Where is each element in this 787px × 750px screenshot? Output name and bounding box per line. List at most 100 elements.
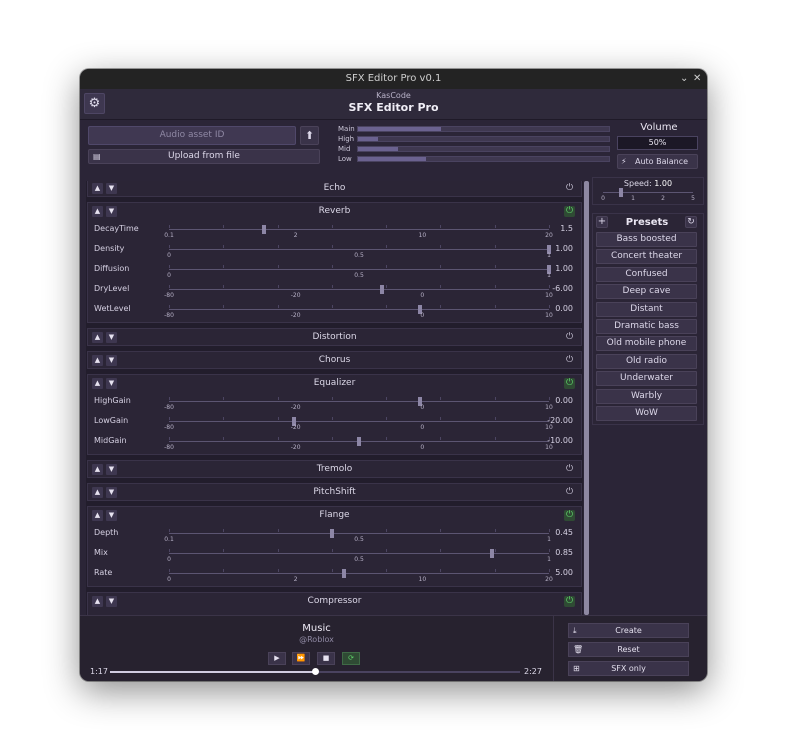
param-slider[interactable] — [169, 549, 550, 558]
param-slider[interactable] — [169, 225, 550, 234]
fast-forward-icon[interactable]: ⏩ — [292, 652, 310, 665]
tick-label: 0 — [420, 404, 425, 411]
slider-tick-mark — [386, 417, 388, 420]
preset-button[interactable]: Dramatic bass — [596, 319, 697, 334]
refresh-presets-icon[interactable]: ↻ — [685, 216, 697, 228]
slider-tick-mark — [440, 265, 442, 268]
upload-arrow-icon[interactable]: ⬆ — [300, 126, 319, 145]
preset-button[interactable]: Warbly — [596, 388, 697, 404]
power-toggle-icon[interactable]: ⏻ — [564, 487, 575, 498]
track-title: Music — [302, 623, 331, 634]
stop-icon[interactable]: ■ — [317, 652, 335, 665]
download-icon: ⤓ — [573, 626, 577, 635]
preset-button[interactable]: Distant — [596, 301, 697, 317]
slider-tick-mark — [440, 305, 442, 308]
window-title: SFX Editor Pro v0.1 — [345, 73, 442, 84]
effect-header: ▲ ▼ Flange ⏻ — [88, 507, 581, 525]
meter-track — [357, 136, 610, 142]
param-row: Rate 0 2 10 20 5.00 — [88, 566, 581, 586]
reset-button[interactable]: 🗑 Reset — [568, 642, 689, 657]
slider-ticks: 0.1 2 10 20 — [164, 232, 553, 241]
tick-label: 10 — [545, 424, 553, 431]
tick-label: 0 — [420, 424, 425, 431]
meter-fill — [358, 127, 441, 131]
preset-button[interactable]: Concert theater — [596, 249, 697, 265]
speed-slider[interactable] — [603, 188, 693, 197]
param-row: WetLevel -80 -20 0 10 0.00 — [88, 302, 581, 322]
param-value: -20.00 — [547, 416, 573, 425]
power-toggle-icon[interactable]: ⏻ — [564, 596, 575, 607]
tick-label: 1 — [631, 195, 635, 202]
power-toggle-icon[interactable]: ⏻ — [564, 183, 575, 194]
param-name: Depth — [94, 528, 119, 537]
slider-tick-mark — [277, 549, 279, 552]
volume-label: Volume — [640, 122, 678, 133]
tick-label: 1 — [547, 556, 551, 563]
tick-label: 20 — [545, 232, 553, 239]
add-preset-icon[interactable]: + — [596, 216, 608, 228]
minimize-icon[interactable]: ⌄ — [680, 69, 688, 89]
preset-button[interactable]: Deep cave — [596, 284, 697, 300]
progress-knob[interactable] — [312, 668, 319, 675]
power-toggle-icon[interactable]: ⏻ — [564, 464, 575, 475]
sfx-only-button[interactable]: ⊞ SFX only — [568, 661, 689, 676]
preset-button[interactable]: Confused — [596, 266, 697, 282]
loop-icon[interactable]: ⟳ — [342, 652, 360, 665]
speed-control: Speed: 1.00 0 1 2 5 — [592, 177, 704, 205]
param-slider[interactable] — [169, 569, 550, 578]
speed-label: Speed: — [623, 179, 652, 188]
param-row: LowGain -80 -20 0 10 -20.00 — [88, 414, 581, 434]
auto-balance-button[interactable]: ⚡ Auto Balance — [617, 154, 698, 169]
param-slider[interactable] — [169, 437, 550, 446]
param-name: HighGain — [94, 396, 131, 405]
play-icon[interactable]: ▶ — [268, 652, 286, 665]
slider-tick-mark — [494, 549, 496, 552]
create-button[interactable]: ⤓ Create — [568, 623, 689, 638]
scrollbar-thumb[interactable] — [584, 181, 589, 615]
audio-asset-id-input[interactable]: Audio asset ID — [88, 126, 296, 145]
effects-scrollbar[interactable] — [584, 181, 589, 615]
param-slider[interactable] — [169, 245, 551, 254]
slider-tick-mark — [386, 549, 388, 552]
param-slider[interactable] — [169, 529, 550, 538]
effects-panel[interactable]: ▲ ▼ Echo ⏻ ▲ ▼ Reverb ⏻ DecayTime 0.1 2 10 20 1.5 Dens… — [86, 181, 583, 615]
tick-label: -80 — [164, 312, 174, 319]
progress-bar[interactable] — [110, 668, 520, 675]
tick-label: -20 — [290, 292, 301, 299]
param-row: DecayTime 0.1 2 10 20 1.5 — [88, 222, 581, 242]
preset-button[interactable]: WoW — [596, 406, 697, 421]
param-slider[interactable] — [169, 285, 550, 294]
effect-echo: ▲ ▼ Echo ⏻ — [87, 181, 582, 197]
effect-title: Chorus — [318, 355, 351, 365]
power-toggle-icon[interactable]: ⏻ — [564, 206, 575, 217]
upload-from-file-button[interactable]: ▤ Upload from file — [88, 149, 320, 164]
preset-button[interactable]: Old radio — [596, 353, 697, 369]
effect-reverb: ▲ ▼ Reverb ⏻ DecayTime 0.1 2 10 20 1.5 Density 0 0.5… — [87, 202, 582, 323]
param-name: Diffusion — [94, 264, 130, 273]
preset-button[interactable]: Bass boosted — [596, 232, 697, 247]
slider-tick-mark — [223, 225, 225, 228]
actions-panel: ⤓ Create 🗑 Reset ⊞ SFX only — [553, 615, 707, 681]
time-current: 1:17 — [90, 667, 108, 676]
slider-tick-mark — [386, 265, 388, 268]
slider-ticks: -80 -20 0 10 — [164, 292, 553, 301]
slider-tick-mark — [223, 437, 225, 440]
slider-tick-mark — [277, 569, 279, 572]
volume-field[interactable]: 50% — [617, 136, 698, 150]
param-slider[interactable] — [169, 417, 550, 426]
param-row: Density 0 0.5 1 1.00 — [88, 242, 581, 262]
power-toggle-icon[interactable]: ⏻ — [564, 510, 575, 521]
param-slider[interactable] — [169, 265, 551, 274]
preset-button[interactable]: Old mobile phone — [596, 336, 697, 352]
power-toggle-icon[interactable]: ⏻ — [564, 355, 575, 366]
power-toggle-icon[interactable]: ⏻ — [564, 332, 575, 343]
param-slider[interactable] — [169, 397, 550, 406]
slider-ticks: -80 -20 0 10 — [164, 312, 553, 321]
param-slider[interactable] — [169, 305, 550, 314]
preset-button[interactable]: Underwater — [596, 371, 697, 387]
power-toggle-icon[interactable]: ⏻ — [564, 378, 575, 389]
tick-label: 10 — [545, 444, 553, 451]
slider-tick-mark — [331, 225, 333, 228]
slider-tick-mark — [223, 265, 225, 268]
close-icon[interactable]: ✕ — [693, 69, 701, 89]
